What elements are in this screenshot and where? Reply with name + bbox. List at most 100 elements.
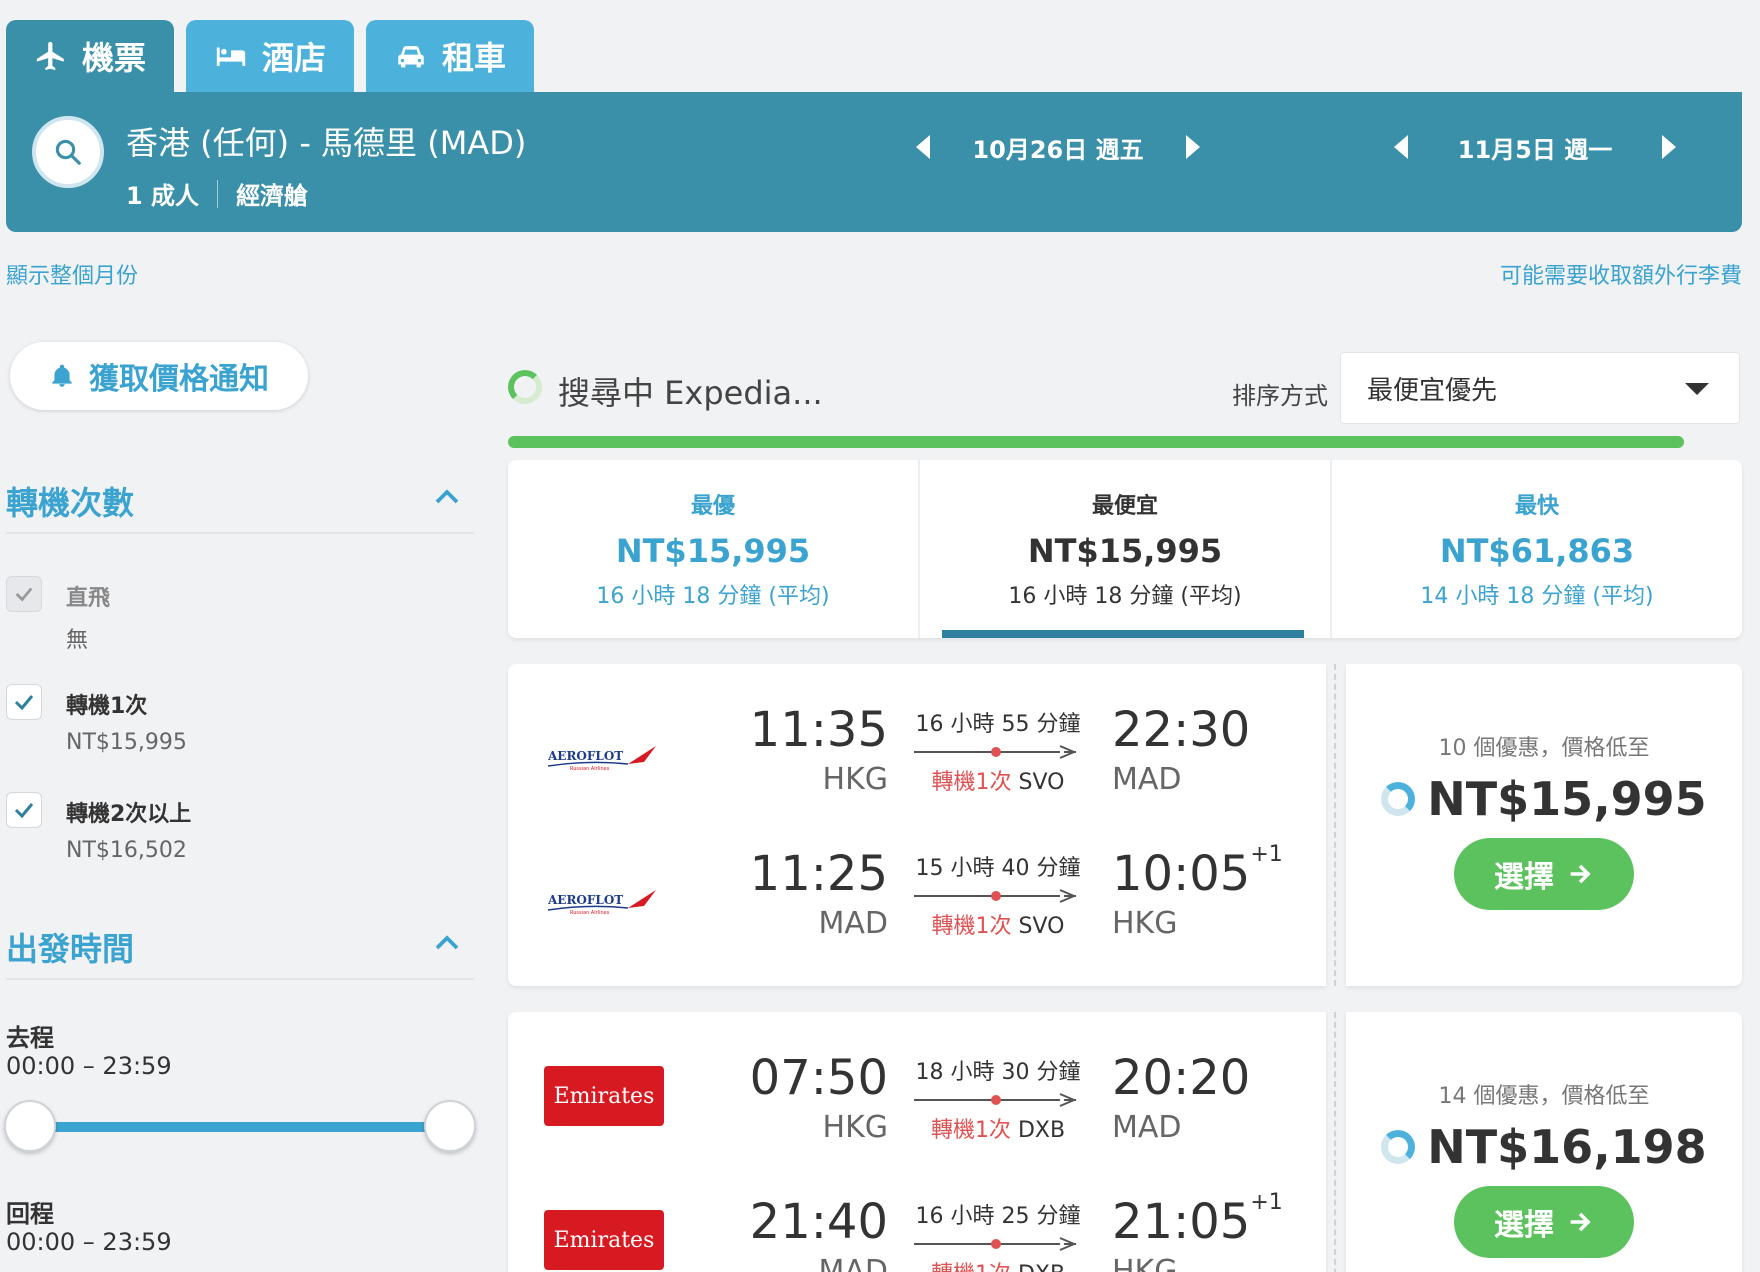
stop-airport: DXB bbox=[1017, 1118, 1066, 1143]
price-panel: 14 個優惠，價格低至 NT$16,198 選擇 bbox=[1346, 1012, 1742, 1272]
result-card[interactable]: AEROFLOT Russian Airlines 11:35 HKG 16 小… bbox=[508, 664, 1742, 986]
depart-prev-arrow-icon[interactable] bbox=[916, 135, 930, 159]
result-card[interactable]: Emirates 07:50 HKG 18 小時 30 分鐘 轉機1次 DXB … bbox=[508, 1012, 1742, 1272]
summary-duration: 14 小時 18 分鐘 (平均) bbox=[1420, 584, 1654, 609]
depart-next-arrow-icon[interactable] bbox=[1186, 135, 1200, 159]
summary-price: NT$15,995 bbox=[1027, 532, 1223, 570]
return-date-picker: 11月5日 週一 bbox=[1394, 122, 1676, 172]
route-text[interactable]: 香港 (任何) - 馬德里 (MAD) bbox=[126, 118, 526, 164]
baggage-fee-link[interactable]: 可能需要收取額外行李費 bbox=[1500, 258, 1742, 290]
sort-dropdown[interactable]: 最便宜優先 bbox=[1340, 352, 1740, 424]
flight-duration: 16 小時 25 分鐘 bbox=[915, 1204, 1081, 1229]
tab-best[interactable]: 最優 NT$15,995 16 小時 18 分鐘 (平均) bbox=[508, 460, 918, 638]
product-tabs: 機票 酒店 租車 bbox=[6, 20, 546, 92]
departure-time: 11:25 bbox=[749, 846, 888, 902]
return-date[interactable]: 11月5日 週一 bbox=[1408, 130, 1662, 165]
next-day-indicator: +1 bbox=[1250, 1190, 1283, 1215]
stops-option-price: NT$15,995 bbox=[66, 730, 187, 755]
return-next-arrow-icon[interactable] bbox=[1662, 135, 1676, 159]
price-alert-button[interactable]: 獲取價格通知 bbox=[10, 342, 308, 410]
checkbox-direct[interactable] bbox=[6, 576, 42, 612]
loading-ring-icon bbox=[1381, 1130, 1416, 1164]
departure-time-title[interactable]: 出發時間 bbox=[6, 924, 134, 970]
return-prev-arrow-icon[interactable] bbox=[1394, 135, 1408, 159]
check-icon bbox=[14, 803, 34, 819]
chevron-up-icon[interactable] bbox=[432, 482, 462, 512]
price-value: NT$15,995 bbox=[1427, 772, 1707, 826]
arrow-right-icon bbox=[1570, 864, 1591, 884]
outbound-time-slider[interactable] bbox=[28, 1122, 448, 1132]
stops-info: 轉機1次 SVO bbox=[908, 764, 1088, 796]
arrival-time: 10:05+1 bbox=[1112, 842, 1283, 902]
plane-icon bbox=[36, 41, 64, 71]
itinerary-panel: AEROFLOT Russian Airlines 11:35 HKG 16 小… bbox=[508, 664, 1326, 986]
summary-title: 最便宜 bbox=[1091, 494, 1158, 519]
svg-text:AEROFLOT: AEROFLOT bbox=[548, 893, 623, 907]
search-summary-bar[interactable]: 香港 (任何) - 馬德里 (MAD) 1 成人 經濟艙 10月26日 週五 1… bbox=[6, 92, 1742, 232]
arrival-airport: MAD bbox=[1112, 1110, 1182, 1145]
stop-count: 轉機1次 bbox=[931, 1262, 1011, 1272]
tab-hotels[interactable]: 酒店 bbox=[186, 20, 355, 92]
cabin-class: 經濟艙 bbox=[236, 182, 309, 210]
flight-leg-return: Emirates 21:40 MAD 16 小時 25 分鐘 轉機1次 DXB … bbox=[508, 1190, 1326, 1272]
lowest-price: NT$15,995 bbox=[1346, 772, 1742, 826]
flight-duration: 18 小時 30 分鐘 bbox=[915, 1060, 1081, 1085]
slider-handle-end[interactable] bbox=[424, 1100, 476, 1152]
select-button[interactable]: 選擇 bbox=[1454, 838, 1634, 910]
lowest-price: NT$16,198 bbox=[1346, 1120, 1742, 1174]
stops-option-price: 無 bbox=[66, 628, 89, 653]
active-tab-indicator bbox=[942, 630, 1304, 638]
arrival-time: 21:05+1 bbox=[1112, 1190, 1283, 1250]
checkbox-one-stop[interactable] bbox=[6, 684, 42, 720]
deals-count: 10 個優惠，價格低至 bbox=[1438, 736, 1650, 761]
departure-time: 21:40 bbox=[749, 1194, 888, 1250]
price-panel: 10 個優惠，價格低至 NT$15,995 選擇 bbox=[1346, 664, 1742, 986]
tab-flights[interactable]: 機票 bbox=[6, 20, 175, 92]
arrival-airport: MAD bbox=[1112, 762, 1182, 797]
check-icon bbox=[14, 695, 34, 711]
sort-summary-tabs: 最優 NT$15,995 16 小時 18 分鐘 (平均) 最便宜 NT$15,… bbox=[508, 460, 1742, 638]
passenger-cabin[interactable]: 1 成人 經濟艙 bbox=[126, 176, 308, 211]
aeroflot-logo: AEROFLOT Russian Airlines bbox=[548, 746, 656, 772]
summary-price: NT$61,863 bbox=[1439, 532, 1635, 570]
chevron-up-icon[interactable] bbox=[432, 928, 462, 958]
search-button[interactable] bbox=[32, 116, 104, 188]
summary-duration: 16 小時 18 分鐘 (平均) bbox=[1008, 584, 1242, 609]
departure-time: 07:50 bbox=[749, 1050, 888, 1106]
sort-value: 最便宜優先 bbox=[1367, 375, 1498, 406]
stop-airport: SVO bbox=[1018, 914, 1065, 939]
stop-airport: DXB bbox=[1018, 1262, 1065, 1272]
svg-text:Russian Airlines: Russian Airlines bbox=[570, 766, 610, 772]
departure-airport: MAD bbox=[818, 1254, 888, 1272]
sort-label: 排序方式 bbox=[1232, 382, 1328, 410]
divider bbox=[6, 978, 474, 980]
show-month-link[interactable]: 顯示整個月份 bbox=[6, 258, 138, 290]
stop-count: 轉機1次 bbox=[930, 1118, 1011, 1143]
slider-handle-start[interactable] bbox=[4, 1100, 56, 1152]
deals-count: 14 個優惠，價格低至 bbox=[1438, 1084, 1650, 1109]
flight-leg-outbound: Emirates 07:50 HKG 18 小時 30 分鐘 轉機1次 DXB … bbox=[508, 1050, 1326, 1160]
chevron-down-icon bbox=[1685, 383, 1709, 395]
outbound-time-range: 00:00 – 23:59 bbox=[6, 1052, 172, 1080]
arrival-airport: HKG bbox=[1112, 1254, 1178, 1272]
tab-cars[interactable]: 租車 bbox=[366, 20, 535, 92]
divider bbox=[6, 532, 474, 534]
select-button[interactable]: 選擇 bbox=[1454, 1186, 1634, 1258]
stops-filter-title[interactable]: 轉機次數 bbox=[6, 478, 134, 524]
depart-date[interactable]: 10月26日 週五 bbox=[930, 130, 1186, 165]
select-label: 選擇 bbox=[1494, 1208, 1554, 1243]
flight-leg-return: AEROFLOT Russian Airlines 11:25 MAD 15 小… bbox=[508, 842, 1326, 956]
select-label: 選擇 bbox=[1494, 860, 1554, 895]
checkbox-two-plus-stops[interactable] bbox=[6, 792, 42, 828]
summary-price: NT$15,995 bbox=[615, 532, 811, 570]
arrival-time: 22:30 bbox=[1112, 702, 1250, 758]
search-progress-bar bbox=[508, 436, 1684, 448]
loading-spinner-icon bbox=[508, 370, 542, 404]
departure-airport: MAD bbox=[818, 906, 888, 941]
tab-cheapest[interactable]: 最便宜 NT$15,995 16 小時 18 分鐘 (平均) bbox=[918, 460, 1330, 638]
return-label: 回程 bbox=[6, 1200, 54, 1228]
price-value: NT$16,198 bbox=[1427, 1120, 1707, 1174]
arrival-time-value: 20:20 bbox=[1112, 1050, 1251, 1106]
outbound-label: 去程 bbox=[6, 1024, 54, 1052]
tab-fastest[interactable]: 最快 NT$61,863 14 小時 18 分鐘 (平均) bbox=[1330, 460, 1742, 638]
